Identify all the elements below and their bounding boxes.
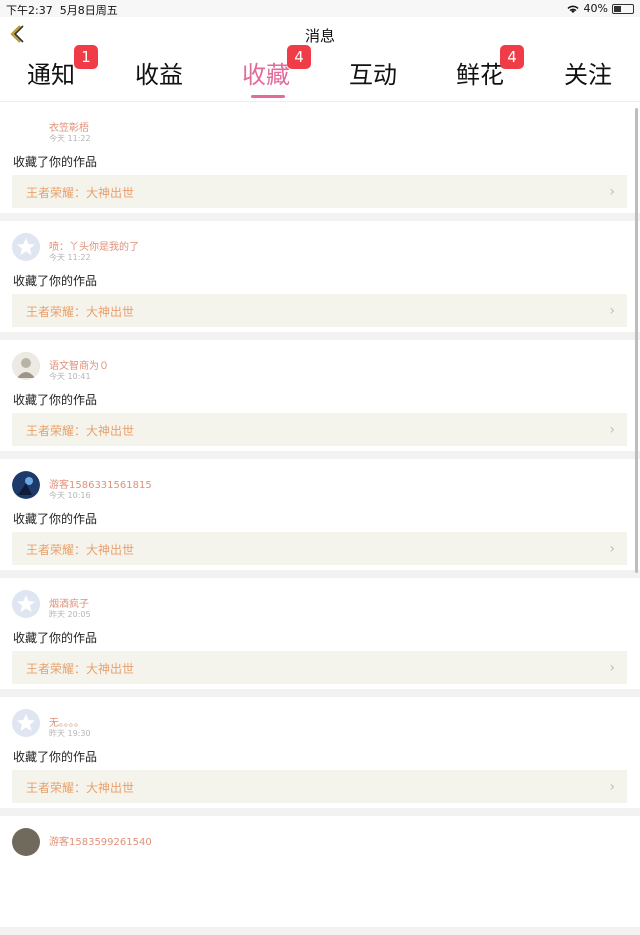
default-avatar-star-icon [12,709,40,737]
wifi-icon [567,5,579,13]
list-item: 游客1586331561815 今天 10:16 收藏了你的作品 王者荣耀：大神… [0,459,640,570]
list-item: 游客1583599261540 [0,816,640,927]
work-link[interactable]: 王者荣耀：大神出世 › [12,175,627,208]
work-title: 王者荣耀：大神出世 [26,781,135,795]
scrollbar[interactable] [635,108,638,573]
chevron-right-icon: › [609,660,615,676]
work-title: 王者荣耀：大神出世 [26,662,135,676]
list-item: 衣笠彰梧 今天 11:22 收藏了你的作品 王者荣耀：大神出世 › [0,102,640,213]
status-time: 下午2:37 5月8日周五 [6,2,118,18]
battery-fill [614,5,621,12]
work-title: 王者荣耀：大神出世 [26,186,135,200]
status-bar: 下午2:37 5月8日周五 40% [0,0,640,17]
tab-badge: 4 [500,45,524,69]
page-title: 消息 [304,27,335,45]
avatar[interactable] [12,114,40,142]
status-time-text: 下午2:37 [6,4,53,17]
user-name[interactable]: 游客1583599261540 [49,833,152,848]
timestamp: 今天 10:41 [49,372,91,381]
tab-interactions[interactable]: 互动 [328,51,418,101]
avatar[interactable] [12,352,40,380]
user-name[interactable]: 喷：丫头你是我的了 [49,238,139,253]
avatar[interactable] [12,828,40,856]
work-title: 王者荣耀：大神出世 [26,305,135,319]
status-right: 40% [566,2,634,15]
avatar[interactable] [12,233,40,261]
work-link[interactable]: 王者荣耀：大神出世 › [12,651,627,684]
status-date: 5月8日周五 [59,4,118,17]
action-text: 收藏了你的作品 [13,631,98,645]
user-name[interactable]: 游客1586331561815 [49,476,152,491]
default-avatar-star-icon [12,590,40,618]
avatar[interactable] [12,471,40,499]
user-name[interactable]: 无。。。。 [49,714,84,729]
list-item: 烟酒疯子 昨天 20:05 收藏了你的作品 王者荣耀：大神出世 › [0,578,640,689]
chevron-right-icon: › [609,779,615,795]
avatar[interactable] [12,590,40,618]
tab-badge: 4 [287,45,311,69]
list-item: 语文智商为０ 今天 10:41 收藏了你的作品 王者荣耀：大神出世 › [0,340,640,451]
action-text: 收藏了你的作品 [13,155,98,169]
tab-notifications[interactable]: 通知 1 [6,45,98,101]
action-text: 收藏了你的作品 [13,750,98,764]
user-name[interactable]: 衣笠彰梧 [49,119,89,134]
work-link[interactable]: 王者荣耀：大神出世 › [12,413,627,446]
chevron-right-icon: › [609,184,615,200]
timestamp: 昨天 20:05 [49,610,91,619]
action-text: 收藏了你的作品 [13,393,98,407]
chevron-right-icon: › [609,541,615,557]
action-text: 收藏了你的作品 [13,512,98,526]
default-avatar-star-icon [12,233,40,261]
chevron-right-icon: › [609,303,615,319]
active-tab-indicator [251,95,285,98]
user-name[interactable]: 烟酒疯子 [49,595,89,610]
tab-earnings[interactable]: 收益 [114,51,204,101]
chevron-right-icon: › [609,422,615,438]
list-item: 喷：丫头你是我的了 今天 11:22 收藏了你的作品 王者荣耀：大神出世 › [0,221,640,332]
tab-favorites[interactable]: 收藏 4 [221,45,311,101]
action-text: 收藏了你的作品 [13,274,98,288]
tab-label: 鲜花 [456,61,504,89]
tab-badge: 1 [74,45,98,69]
user-photo-icon [12,471,40,499]
work-link[interactable]: 王者荣耀：大神出世 › [12,532,627,565]
tab-label: 收藏 [242,61,290,89]
tab-label: 通知 [27,61,75,89]
tab-following[interactable]: 关注 [543,51,633,101]
work-link[interactable]: 王者荣耀：大神出世 › [12,770,627,803]
message-list: 衣笠彰梧 今天 11:22 收藏了你的作品 王者荣耀：大神出世 › 喷：丫头你是我… [0,102,640,935]
timestamp: 今天 11:22 [49,253,91,262]
tab-bar: 通知 1 收益 收藏 4 互动 鲜花 4 关注 [0,45,640,102]
tab-label: 关注 [564,61,612,89]
battery-icon [612,3,634,14]
list-item: 无。。。。 昨天 19:30 收藏了你的作品 王者荣耀：大神出世 › [0,697,640,808]
work-title: 王者荣耀：大神出世 [26,543,135,557]
battery-percent: 40% [583,2,608,15]
work-title: 王者荣耀：大神出世 [26,424,135,438]
tab-flowers[interactable]: 鲜花 4 [435,45,525,101]
work-link[interactable]: 王者荣耀：大神出世 › [12,294,627,327]
user-name[interactable]: 语文智商为０ [49,357,109,372]
tab-label: 互动 [349,61,397,89]
avatar[interactable] [12,709,40,737]
user-photo-icon [12,352,40,380]
timestamp: 今天 10:16 [49,491,91,500]
timestamp: 今天 11:22 [49,134,91,143]
timestamp: 昨天 19:30 [49,729,91,738]
tab-label: 收益 [135,61,183,89]
